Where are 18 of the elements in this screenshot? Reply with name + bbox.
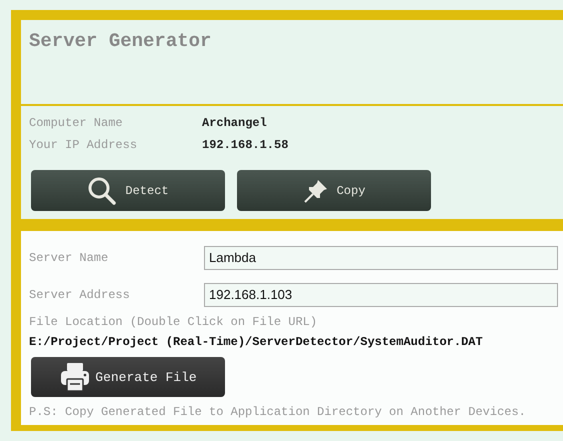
info-value: 192.168.1.58 [202, 138, 288, 152]
input-field[interactable]: 192.168.1.103 [204, 282, 558, 306]
generate-file-button[interactable]: Generate File [31, 357, 225, 397]
search-icon [87, 176, 118, 206]
field-label: Server Address [29, 288, 131, 302]
pushpin-icon [302, 178, 329, 204]
file-path[interactable]: E:/Project/Project (Real-Time)/ServerDetector/SystemAuditor.DAT [29, 335, 563, 349]
detect-button[interactable]: Detect [31, 170, 225, 211]
info-value: Archangel [202, 116, 267, 130]
field-label: Server Name [29, 250, 110, 264]
info-label: Your IP Address [29, 138, 138, 152]
input-field[interactable]: Lambda [204, 246, 558, 270]
window-title: Server Generator [29, 30, 212, 52]
note-text: P.S: Copy Generated File to Application Directory on Another Devices. [29, 405, 527, 419]
printer-icon [59, 361, 92, 393]
file-location-label: File Location (Double Click on File URL) [29, 315, 318, 329]
info-label: Computer Name [29, 116, 124, 130]
copy-button[interactable]: Copy [237, 170, 431, 211]
